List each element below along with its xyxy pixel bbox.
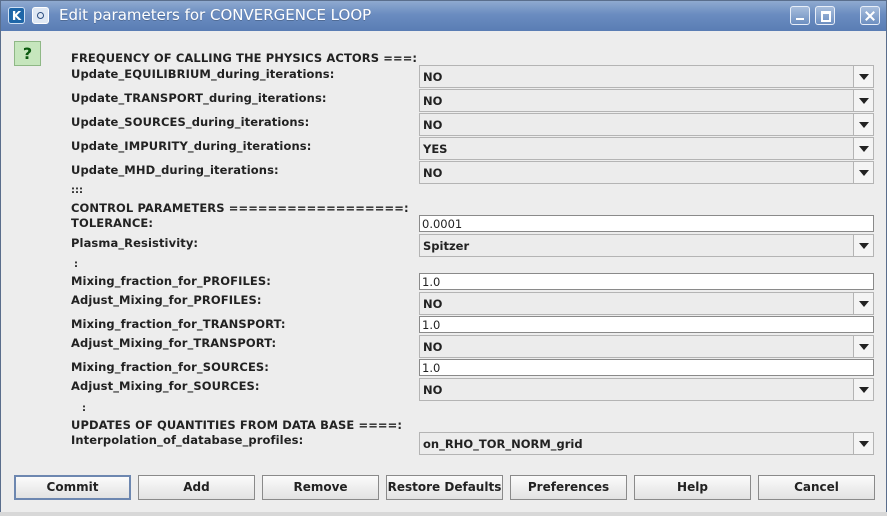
update-equilibrium-value: NO: [423, 70, 443, 84]
update-impurity-label: Update_IMPURITY_during_iterations:: [71, 139, 312, 153]
separator-colon-2: :: [82, 403, 86, 414]
chevron-down-icon[interactable]: [853, 162, 873, 183]
chevron-down-icon[interactable]: [853, 138, 873, 159]
minimize-button[interactable]: [790, 6, 810, 25]
title-bar[interactable]: K Edit parameters for CONVERGENCE LOOP: [1, 1, 886, 31]
edit-parameters-dialog: K Edit parameters for CONVERGENCE LOOP ?…: [0, 0, 887, 516]
mixing-transport-input[interactable]: [419, 316, 874, 333]
chevron-down-icon[interactable]: [853, 90, 873, 111]
help-button[interactable]: Help: [634, 475, 751, 500]
adjust-transport-label: Adjust_Mixing_for_TRANSPORT:: [71, 336, 277, 350]
update-sources-value: NO: [423, 118, 443, 132]
adjust-profiles-label: Adjust_Mixing_for_PROFILES:: [71, 293, 262, 307]
update-mhd-select[interactable]: NO: [419, 161, 874, 184]
update-mhd-label: Update_MHD_during_iterations:: [71, 163, 279, 177]
separator-colon: :: [74, 259, 78, 270]
mixing-profiles-input[interactable]: [419, 273, 874, 290]
update-sources-select[interactable]: NO: [419, 113, 874, 136]
update-equilibrium-select[interactable]: NO: [419, 65, 874, 88]
chevron-down-icon[interactable]: [853, 235, 873, 256]
mixing-sources-label: Mixing_fraction_for_SOURCES:: [71, 360, 269, 374]
tolerance-label: TOLERANCE:: [71, 216, 154, 230]
chevron-down-icon[interactable]: [853, 379, 873, 400]
plasma-resistivity-select[interactable]: Spitzer: [419, 234, 874, 257]
cancel-button[interactable]: Cancel: [758, 475, 875, 500]
plasma-resistivity-value: Spitzer: [423, 239, 470, 253]
adjust-sources-select[interactable]: NO: [419, 378, 874, 401]
commit-button[interactable]: Commit: [14, 475, 131, 500]
update-transport-label: Update_TRANSPORT_during_iterations:: [71, 91, 327, 105]
help-question-icon[interactable]: ?: [14, 41, 41, 66]
update-transport-value: NO: [423, 94, 443, 108]
mixing-profiles-label: Mixing_fraction_for_PROFILES:: [71, 274, 271, 288]
chevron-down-icon[interactable]: [853, 66, 873, 87]
mixing-sources-input[interactable]: [419, 359, 874, 376]
interpolation-value: on_RHO_TOR_NORM_grid: [423, 437, 583, 451]
update-sources-label: Update_SOURCES_during_iterations:: [71, 115, 310, 129]
update-mhd-value: NO: [423, 166, 443, 180]
preferences-button[interactable]: Preferences: [510, 475, 627, 500]
window-title: Edit parameters for CONVERGENCE LOOP: [59, 6, 372, 24]
desktop-strip: [0, 512, 887, 516]
tolerance-input[interactable]: [419, 215, 874, 232]
control-section-header: CONTROL PARAMETERS ==================:: [71, 201, 409, 215]
interpolation-label: Interpolation_of_database_profiles:: [71, 433, 304, 447]
adjust-transport-value: NO: [423, 340, 443, 354]
add-button[interactable]: Add: [138, 475, 255, 500]
restore-defaults-button[interactable]: Restore Defaults: [386, 475, 503, 500]
close-button[interactable]: [860, 6, 880, 25]
app-k-icon[interactable]: K: [8, 7, 25, 24]
mixing-transport-label: Mixing_fraction_for_TRANSPORT:: [71, 317, 286, 331]
adjust-profiles-value: NO: [423, 297, 443, 311]
adjust-profiles-select[interactable]: NO: [419, 292, 874, 315]
frequency-section-header: FREQUENCY OF CALLING THE PHYSICS ACTORS …: [71, 51, 418, 65]
update-transport-select[interactable]: NO: [419, 89, 874, 112]
adjust-sources-label: Adjust_Mixing_for_SOURCES:: [71, 379, 260, 393]
update-impurity-select[interactable]: YES: [419, 137, 874, 160]
updates-section-header: UPDATES OF QUANTITIES FROM DATA BASE ===…: [71, 418, 403, 432]
chevron-down-icon[interactable]: [853, 433, 873, 454]
adjust-sources-value: NO: [423, 383, 443, 397]
window-menu-icon[interactable]: [32, 7, 49, 24]
chevron-down-icon[interactable]: [853, 114, 873, 135]
update-equilibrium-label: Update_EQUILIBRIUM_during_iterations:: [71, 67, 335, 81]
maximize-button[interactable]: [815, 6, 835, 25]
chevron-down-icon[interactable]: [853, 336, 873, 357]
separator-colons: :::: [71, 185, 83, 196]
interpolation-select[interactable]: on_RHO_TOR_NORM_grid: [419, 432, 874, 455]
plasma-resistivity-label: Plasma_Resistivity:: [71, 236, 199, 250]
remove-button[interactable]: Remove: [262, 475, 379, 500]
adjust-transport-select[interactable]: NO: [419, 335, 874, 358]
update-impurity-value: YES: [423, 142, 448, 156]
chevron-down-icon[interactable]: [853, 293, 873, 314]
